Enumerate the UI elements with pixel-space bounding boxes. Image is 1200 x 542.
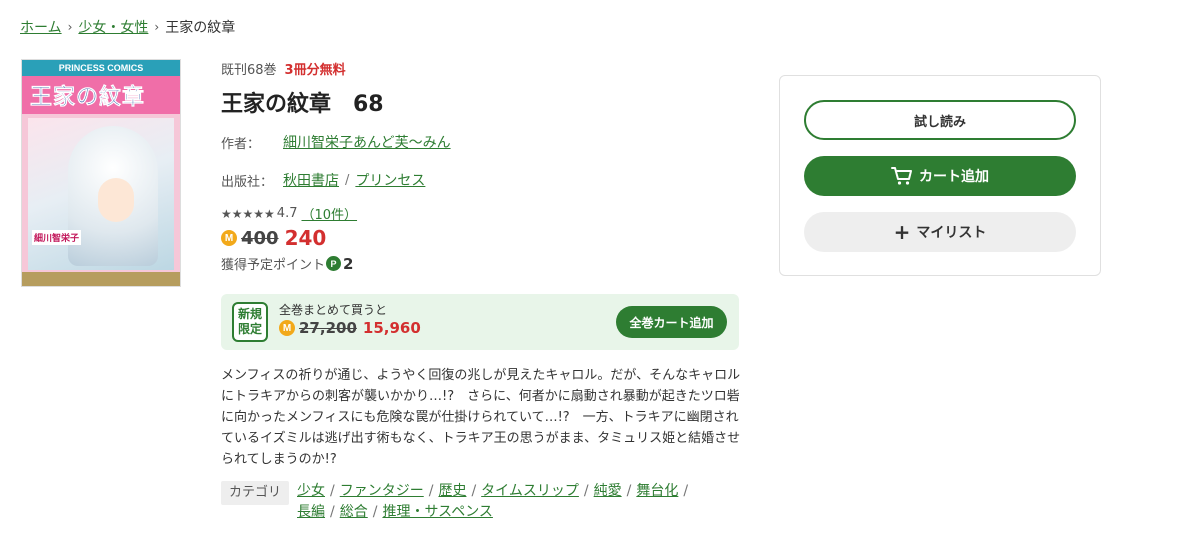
- publisher-label: 出版社：: [221, 174, 274, 190]
- category-link[interactable]: 歴史: [438, 483, 466, 499]
- add-to-mylist-button[interactable]: + マイリスト: [804, 212, 1076, 252]
- category-link[interactable]: ファンタジー: [340, 483, 424, 499]
- separator: /: [330, 483, 335, 499]
- separator: /: [345, 172, 350, 188]
- breadcrumb-shojo-link[interactable]: 少女・女性: [78, 17, 148, 37]
- mylist-label: マイリスト: [916, 225, 987, 241]
- categories: カテゴリ 少女 / ファンタジー / 歴史 / タイムスリップ / 純愛 / 舞台化 / 長編 / 総合 / 推…: [221, 481, 741, 523]
- rating-row: ★★★★★ 4.7 （10件）: [221, 204, 741, 223]
- points-value: 2: [343, 254, 354, 273]
- bulk-sale-price: 15,960: [362, 319, 421, 337]
- plus-icon: +: [893, 220, 911, 244]
- book-description: メンフィスの祈りが通じ、ようやく回復の兆しが見えたキャロル。だが、そんなキャロル…: [221, 368, 741, 467]
- purchase-panel: 試し読み カート追加 + マイリスト: [779, 75, 1101, 276]
- author-label: 作者：: [221, 136, 261, 152]
- separator: /: [372, 504, 378, 520]
- separator: /: [471, 483, 477, 499]
- separator: /: [683, 483, 689, 499]
- book-cover-image[interactable]: PRINCESS COMICS 王家の紋章 細川智栄子: [21, 59, 181, 287]
- original-price: 400: [241, 227, 279, 249]
- cart-icon: [891, 167, 912, 185]
- volume-line: 既刊68巻 3冊分無料: [221, 59, 741, 78]
- cover-title: 王家の紋章: [30, 85, 146, 111]
- separator: /: [428, 483, 434, 499]
- publisher-link[interactable]: 秋田書店: [283, 170, 339, 190]
- cover-figure-face: [98, 178, 134, 222]
- cover-series-label: PRINCESS COMICS: [58, 63, 144, 73]
- category-link[interactable]: 純愛: [594, 483, 622, 499]
- points-row: 獲得予定ポイント P 2: [221, 254, 741, 274]
- coin-icon: M: [221, 230, 237, 246]
- category-link[interactable]: 長編: [297, 504, 325, 520]
- cover-series-banner: PRINCESS COMICS: [22, 60, 180, 76]
- separator: /: [583, 483, 589, 499]
- bulk-price-row: M 27,200 15,960: [279, 319, 421, 337]
- cover-bottom-band: [22, 272, 180, 286]
- cover-title-area: 王家の紋章: [22, 76, 180, 114]
- book-title: 王家の紋章 68: [221, 92, 384, 117]
- author-row: 作者： 細川智栄子あんど芙～みん: [221, 132, 741, 152]
- price-row: M 400 240: [221, 226, 741, 250]
- separator: /: [626, 483, 632, 499]
- bulk-original-price: 27,200: [299, 319, 357, 337]
- category-label: カテゴリ: [221, 481, 290, 505]
- sale-price: 240: [284, 226, 327, 250]
- chevron-right-icon: ›: [154, 20, 160, 34]
- free-badge: 3冊分無料: [284, 63, 346, 78]
- category-list: 少女 / ファンタジー / 歴史 / タイムスリップ / 純愛 / 舞台化 / 長編 / 総合 / 推理・サスペ…: [297, 481, 717, 523]
- points-icon: P: [326, 256, 342, 271]
- points-label: 獲得予定ポイント: [221, 258, 326, 273]
- rating-value: 4.7: [276, 206, 298, 221]
- category-link[interactable]: 少女: [297, 483, 325, 499]
- review-count-link[interactable]: （10件）: [301, 204, 357, 223]
- cover-author-label: 細川智栄子: [32, 230, 82, 245]
- add-to-cart-button[interactable]: カート追加: [804, 156, 1076, 196]
- coin-icon: M: [279, 320, 295, 336]
- bulk-purchase-box: 新規限定 全巻まとめて買うと M 27,200 15,960 全巻カート追加: [221, 294, 739, 350]
- breadcrumb: ホーム › 少女・女性 › 王家の紋章: [20, 17, 235, 37]
- bulk-add-to-cart-button[interactable]: 全巻カート追加: [616, 306, 727, 338]
- chevron-right-icon: ›: [67, 20, 73, 34]
- trial-read-label: 試し読み: [913, 114, 966, 130]
- star-rating-icon: ★★★★★: [221, 206, 275, 221]
- book-info: 既刊68巻 3冊分無料 王家の紋章 68 作者： 細川智栄子あんど芙～みん 出版社…: [221, 59, 741, 273]
- volume-count: 既刊68巻: [221, 63, 277, 78]
- category-link[interactable]: 総合: [340, 504, 368, 520]
- cover-illustration: 細川智栄子: [28, 118, 174, 270]
- trial-read-button[interactable]: 試し読み: [804, 100, 1076, 140]
- category-link[interactable]: 舞台化: [636, 483, 678, 499]
- publisher-row: 出版社： 秋田書店 / プリンセス: [221, 170, 741, 190]
- category-link[interactable]: タイムスリップ: [481, 483, 579, 499]
- breadcrumb-current: 王家の紋章: [165, 20, 236, 36]
- add-to-cart-label: カート追加: [919, 169, 989, 185]
- new-user-badge: 新規限定: [232, 302, 268, 342]
- category-link[interactable]: 推理・サスペンス: [382, 504, 492, 520]
- separator: /: [330, 504, 335, 520]
- author-link[interactable]: 細川智栄子あんど芙～みん: [283, 132, 451, 152]
- bulk-text: 全巻まとめて買うと: [279, 303, 388, 317]
- breadcrumb-home-link[interactable]: ホーム: [20, 17, 62, 37]
- label-link[interactable]: プリンセス: [355, 170, 425, 190]
